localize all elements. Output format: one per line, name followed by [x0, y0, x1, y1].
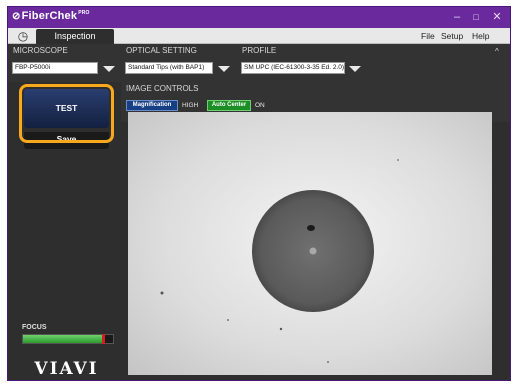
app-title: FiberChek — [21, 10, 78, 22]
left-panel: Save TEST FOCUS VIAVI — [8, 82, 121, 380]
auto-center-value: ON — [255, 102, 265, 109]
debris-spot — [279, 327, 283, 331]
app-logo: ⊘FiberChekPRO — [12, 10, 90, 22]
focus-meter — [22, 334, 114, 344]
profile-dropdown-arrow-icon[interactable] — [349, 66, 361, 72]
auto-center-button[interactable]: Auto Center — [207, 100, 251, 111]
tab-inspection[interactable]: Inspection — [36, 29, 114, 44]
optical-setting-select[interactable]: Standard Tips (with BAP1) — [125, 62, 213, 74]
minimize-button[interactable]: – — [449, 9, 465, 25]
microscope-label: MICROSCOPE — [13, 46, 68, 55]
profile-label: PROFILE — [242, 46, 277, 55]
debris-spot — [227, 319, 229, 321]
test-highlight-outline — [19, 84, 114, 143]
defect-spot — [307, 225, 315, 231]
settings-header: MICROSCOPE FBP-P5000i OPTICAL SETTING St… — [8, 44, 510, 82]
title-bar: ⊘FiberChekPRO – □ ✕ — [8, 7, 510, 28]
focus-label: FOCUS — [22, 324, 47, 331]
maximize-button[interactable]: □ — [468, 9, 484, 25]
debris-spot — [327, 361, 329, 363]
magnification-value: HIGH — [182, 102, 199, 109]
menu-help[interactable]: Help — [472, 30, 489, 42]
fiber-core — [309, 247, 317, 255]
microscope-dropdown-arrow-icon[interactable] — [103, 66, 115, 72]
app-title-sup: PRO — [78, 10, 90, 16]
debris-spot — [160, 291, 164, 295]
focus-meter-fill — [23, 335, 104, 343]
tab-bar: ◷ Inspection File Setup Help — [8, 28, 510, 44]
viavi-logo: VIAVI — [34, 359, 99, 379]
optical-setting-label: OPTICAL SETTING — [126, 46, 197, 55]
magnification-button[interactable]: Magnification — [126, 100, 178, 111]
microscope-select[interactable]: FBP-P5000i — [12, 62, 98, 74]
close-button[interactable]: ✕ — [489, 9, 505, 25]
menu-file[interactable]: File — [421, 30, 435, 42]
profile-select[interactable]: SM UPC (IEC-61300-3-35 Ed. 2.0) — [241, 62, 345, 74]
fiber-endface-view[interactable] — [128, 112, 492, 375]
debris-spot — [397, 159, 399, 161]
fiberchek-logo-icon: ⊘ — [12, 11, 21, 22]
focus-meter-marker — [102, 334, 105, 344]
gauge-icon[interactable]: ◷ — [16, 29, 30, 43]
image-controls-label: IMAGE CONTROLS — [126, 84, 199, 93]
fiber-endface-image — [160, 159, 399, 363]
menu-setup[interactable]: Setup — [441, 30, 463, 42]
collapse-icon[interactable]: ^ — [495, 48, 505, 56]
optical-setting-dropdown-arrow-icon[interactable] — [218, 66, 230, 72]
